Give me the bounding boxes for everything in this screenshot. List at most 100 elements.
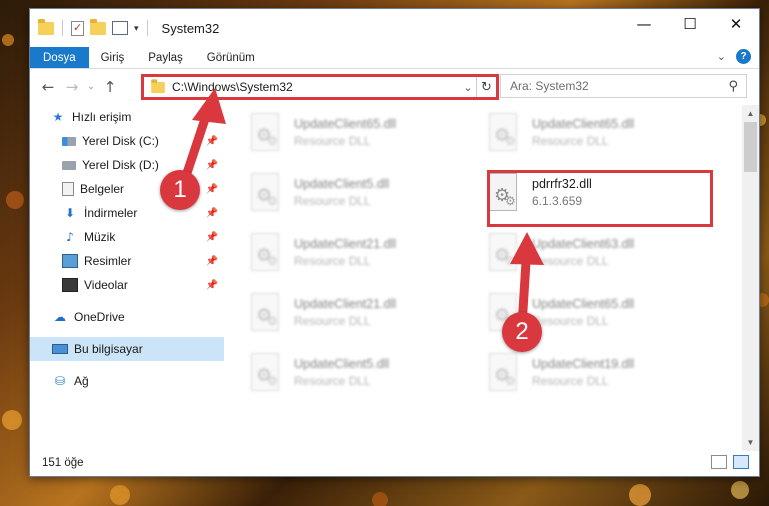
address-bar[interactable]: C:\Windows\System32 ⌄ ↻ bbox=[141, 74, 499, 100]
file-description: Resource DLL bbox=[294, 374, 371, 388]
address-path[interactable]: C:\Windows\System32 bbox=[172, 80, 460, 94]
details-view-icon[interactable] bbox=[711, 455, 727, 469]
expand-ribbon-chevron-icon[interactable]: ⌄ bbox=[717, 50, 726, 63]
scroll-up-arrow-icon[interactable]: ▲ bbox=[742, 105, 759, 122]
file-tile[interactable]: ⚙ ⚙ UpdateClient21.dll Resource DLL bbox=[248, 293, 478, 345]
file-description: Resource DLL bbox=[532, 374, 609, 388]
file-name: UpdateClient21.dll bbox=[294, 297, 397, 311]
file-tile[interactable]: ⚙ ⚙ UpdateClient5.dll Resource DLL bbox=[248, 173, 478, 225]
tab-file[interactable]: Dosya bbox=[30, 47, 89, 68]
file-tile[interactable]: ⚙ ⚙ UpdateClient21.dll Resource DLL bbox=[248, 233, 478, 285]
sidebar-item-this-pc[interactable]: Bu bilgisayar bbox=[30, 337, 224, 361]
pin-icon[interactable]: 📌 bbox=[206, 208, 218, 219]
file-tile[interactable]: ⚙ ⚙ UpdateClient5.dll Resource DLL bbox=[248, 353, 478, 405]
sidebar-item-pictures[interactable]: Resimler 📌 bbox=[30, 249, 224, 273]
file-name: UpdateClient21.dll bbox=[294, 237, 397, 251]
title-bar: ▾ System32 — ☐ ✕ bbox=[30, 9, 759, 47]
sidebar-item-videos[interactable]: Videolar 📌 bbox=[30, 273, 224, 297]
file-tile[interactable]: ⚙ ⚙ UpdateClient63.dll Resource DLL bbox=[486, 233, 716, 285]
dll-file-icon: ⚙⚙ bbox=[248, 173, 282, 217]
file-description: Resource DLL bbox=[532, 314, 609, 328]
dll-file-icon: ⚙⚙ bbox=[248, 293, 282, 337]
refresh-icon[interactable]: ↻ bbox=[476, 77, 496, 97]
close-button[interactable]: ✕ bbox=[713, 9, 759, 39]
customize-toolbar-chevron-icon[interactable]: ▾ bbox=[134, 23, 139, 34]
pin-icon[interactable]: 📌 bbox=[206, 256, 218, 267]
recent-locations-chevron-icon[interactable]: ⌄ bbox=[84, 82, 98, 92]
pin-icon[interactable]: 📌 bbox=[206, 280, 218, 291]
pictures-icon bbox=[62, 254, 78, 268]
view-icon[interactable] bbox=[112, 21, 128, 35]
forward-button[interactable]: → bbox=[60, 78, 84, 96]
dll-file-icon: ⚙⚙ bbox=[248, 113, 282, 157]
maximize-button[interactable]: ☐ bbox=[667, 9, 713, 39]
file-tile[interactable]: ⚙⚙ UpdateClient65.dll Resource DLL bbox=[486, 113, 716, 165]
drive-icon bbox=[62, 136, 76, 146]
status-bar: 151 öğe bbox=[30, 449, 759, 476]
explorer-window: ▾ System32 — ☐ ✕ Dosya Giriş Paylaş Görü… bbox=[29, 8, 760, 477]
videos-icon bbox=[62, 278, 78, 292]
folder-icon bbox=[38, 18, 54, 35]
sidebar-item-downloads[interactable]: ⬇ İndirmeler 📌 bbox=[30, 201, 224, 225]
documents-icon bbox=[62, 182, 74, 196]
quick-access-toolbar: ▾ bbox=[38, 18, 150, 36]
item-count: 151 öğe bbox=[42, 456, 84, 469]
file-tile[interactable]: ⚙ ⚙ UpdateClient19.dll Resource DLL bbox=[486, 353, 716, 405]
downloads-icon: ⬇ bbox=[64, 206, 76, 220]
sidebar-item-label: Yerel Disk (D:) bbox=[82, 158, 159, 172]
window-controls: — ☐ ✕ bbox=[621, 9, 759, 39]
cloud-icon: ☁ bbox=[54, 310, 66, 324]
sidebar-item-label: Yerel Disk (C:) bbox=[82, 134, 159, 148]
file-name: UpdateClient65.dll bbox=[532, 117, 635, 131]
search-icon[interactable]: ⚲ bbox=[728, 79, 738, 94]
sidebar-item-local-disk-d[interactable]: Yerel Disk (D:) 📌 bbox=[30, 153, 224, 177]
file-name: UpdateClient65.dll bbox=[532, 297, 635, 311]
sidebar-item-label: Belgeler bbox=[80, 182, 125, 196]
sidebar-item-quick-access[interactable]: ★ Hızlı erişim bbox=[30, 105, 224, 129]
sidebar-item-network[interactable]: ⛁ Ağ bbox=[30, 369, 224, 393]
sidebar-item-label: Resimler bbox=[84, 254, 132, 268]
file-description: Resource DLL bbox=[294, 194, 371, 208]
sidebar-item-onedrive[interactable]: ☁ OneDrive bbox=[30, 305, 224, 329]
sidebar-item-label: Müzik bbox=[84, 230, 116, 244]
pin-icon[interactable]: 📌 bbox=[206, 184, 218, 195]
ribbon-right: ⌄ ? bbox=[717, 49, 751, 64]
navigation-pane: ★ Hızlı erişim Yerel Disk (C:) 📌 Yerel D… bbox=[30, 105, 224, 445]
large-icons-view-icon[interactable] bbox=[733, 455, 749, 469]
file-tile[interactable]: ⚙⚙ UpdateClient65.dll Resource DLL bbox=[248, 113, 478, 165]
back-button[interactable]: ← bbox=[36, 78, 60, 96]
navigation-bar: ← → ⌄ ↑ C:\Windows\System32 ⌄ ↻ Ara: Sys… bbox=[30, 69, 759, 104]
music-icon: ♪ bbox=[66, 230, 74, 244]
tab-home[interactable]: Giriş bbox=[89, 47, 137, 68]
vertical-scrollbar[interactable]: ▲ ▼ bbox=[742, 105, 759, 451]
tab-view[interactable]: Görünüm bbox=[195, 47, 267, 68]
dll-file-icon: ⚙⚙ bbox=[248, 233, 282, 277]
sidebar-item-music[interactable]: ♪ Müzik 📌 bbox=[30, 225, 224, 249]
toolbar-divider bbox=[146, 20, 148, 36]
new-folder-icon[interactable] bbox=[90, 18, 106, 35]
dll-file-icon: ⚙⚙ bbox=[248, 353, 282, 397]
pin-icon[interactable]: 📌 bbox=[206, 160, 218, 171]
properties-icon[interactable] bbox=[71, 20, 84, 36]
star-icon: ★ bbox=[52, 110, 64, 124]
sidebar-item-label: OneDrive bbox=[74, 310, 125, 324]
file-name: UpdateClient65.dll bbox=[294, 117, 397, 131]
file-description: Resource DLL bbox=[294, 134, 371, 148]
file-description: Resource DLL bbox=[532, 254, 609, 268]
file-description: Resource DLL bbox=[294, 254, 371, 268]
toolbar-divider bbox=[62, 20, 63, 36]
network-icon: ⛁ bbox=[54, 374, 66, 388]
address-dropdown-chevron-icon[interactable]: ⌄ bbox=[460, 81, 476, 94]
tab-share[interactable]: Paylaş bbox=[136, 47, 195, 68]
search-input[interactable]: Ara: System32 ⚲ bbox=[500, 74, 747, 98]
minimize-button[interactable]: — bbox=[621, 9, 667, 39]
pin-icon[interactable]: 📌 bbox=[206, 232, 218, 243]
help-button[interactable]: ? bbox=[736, 49, 751, 64]
pin-icon[interactable]: 📌 bbox=[206, 136, 218, 147]
sidebar-item-local-disk-c[interactable]: Yerel Disk (C:) 📌 bbox=[30, 129, 224, 153]
up-button[interactable]: ↑ bbox=[98, 78, 122, 96]
scroll-thumb[interactable] bbox=[744, 122, 757, 172]
